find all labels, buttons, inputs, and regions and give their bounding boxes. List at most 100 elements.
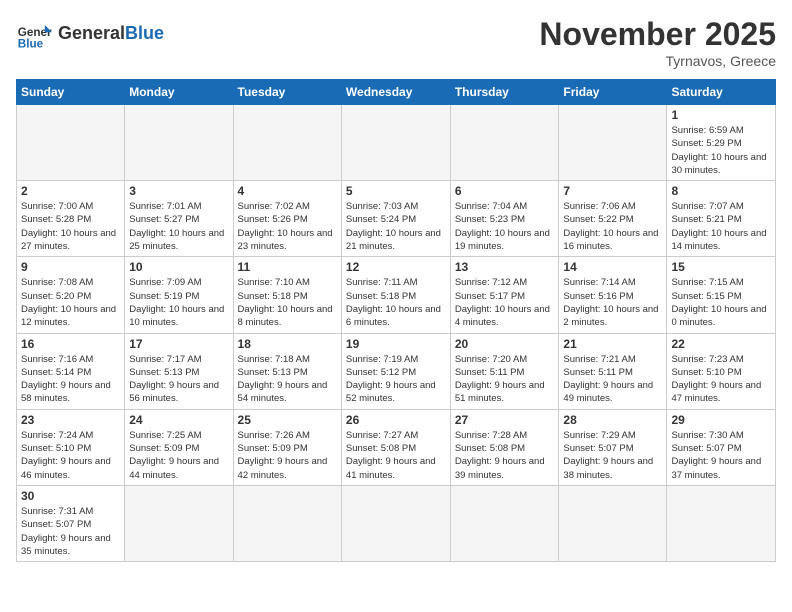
day-number: 24 (129, 413, 228, 427)
day-cell-23: 23Sunrise: 7:24 AMSunset: 5:10 PMDayligh… (17, 409, 125, 485)
day-info: Sunrise: 7:24 AMSunset: 5:10 PMDaylight:… (21, 429, 120, 482)
header-saturday: Saturday (667, 80, 776, 105)
day-cell-3: 3 Sunrise: 7:01 AMSunset: 5:27 PMDaylight… (125, 181, 233, 257)
day-info: Sunrise: 7:18 AMSunset: 5:13 PMDaylight:… (238, 353, 337, 406)
day-number: 10 (129, 260, 228, 274)
calendar-table: Sunday Monday Tuesday Wednesday Thursday… (16, 79, 776, 562)
day-cell-12: 12 Sunrise: 7:11 AMSunset: 5:18 PMDayligh… (341, 257, 450, 333)
day-info: Sunrise: 7:31 AMSunset: 5:07 PMDaylight:… (21, 505, 120, 558)
day-cell-29: 29 Sunrise: 7:30 AMSunset: 5:07 PMDayligh… (667, 409, 776, 485)
day-cell-11: 11 Sunrise: 7:10 AMSunset: 5:18 PMDayligh… (233, 257, 341, 333)
day-cell-9: 9Sunrise: 7:08 AMSunset: 5:20 PMDaylight… (17, 257, 125, 333)
day-cell-15: 15 Sunrise: 7:15 AMSunset: 5:15 PMDayligh… (667, 257, 776, 333)
header-friday: Friday (559, 80, 667, 105)
day-info: Sunrise: 7:28 AMSunset: 5:08 PMDaylight:… (455, 429, 555, 482)
day-cell-13: 13Sunrise: 7:12 AMSunset: 5:17 PMDayligh… (450, 257, 559, 333)
day-info: Sunrise: 7:30 AMSunset: 5:07 PMDaylight:… (671, 429, 771, 482)
calendar-row-2: 2 Sunrise: 7:00 AMSunset: 5:28 PMDaylight… (17, 181, 776, 257)
day-cell-27: 27 Sunrise: 7:28 AMSunset: 5:08 PMDayligh… (450, 409, 559, 485)
calendar-row-5: 23Sunrise: 7:24 AMSunset: 5:10 PMDayligh… (17, 409, 776, 485)
day-number: 4 (238, 184, 337, 198)
day-cell-21: 21Sunrise: 7:21 AMSunset: 5:11 PMDayligh… (559, 333, 667, 409)
empty-cell (450, 105, 559, 181)
day-info: Sunrise: 7:10 AMSunset: 5:18 PMDaylight:… (238, 276, 337, 329)
empty-cell (125, 485, 233, 561)
svg-text:Blue: Blue (18, 38, 44, 51)
day-info: Sunrise: 7:25 AMSunset: 5:09 PMDaylight:… (129, 429, 228, 482)
day-info: Sunrise: 7:11 AMSunset: 5:18 PMDaylight:… (346, 276, 446, 329)
day-number: 22 (671, 337, 771, 351)
day-info: Sunrise: 7:07 AMSunset: 5:21 PMDaylight:… (671, 200, 771, 253)
day-number: 9 (21, 260, 120, 274)
day-info: Sunrise: 7:21 AMSunset: 5:11 PMDaylight:… (563, 353, 662, 406)
day-number: 27 (455, 413, 555, 427)
day-cell-26: 26Sunrise: 7:27 AMSunset: 5:08 PMDayligh… (341, 409, 450, 485)
day-info: Sunrise: 7:19 AMSunset: 5:12 PMDaylight:… (346, 353, 446, 406)
day-cell-25: 25Sunrise: 7:26 AMSunset: 5:09 PMDayligh… (233, 409, 341, 485)
day-cell-28: 28 Sunrise: 7:29 AMSunset: 5:07 PMDayligh… (559, 409, 667, 485)
header-thursday: Thursday (450, 80, 559, 105)
day-info: Sunrise: 7:17 AMSunset: 5:13 PMDaylight:… (129, 353, 228, 406)
day-number: 1 (671, 108, 771, 122)
empty-cell (233, 105, 341, 181)
day-cell-6: 6 Sunrise: 7:04 AMSunset: 5:23 PMDaylight… (450, 181, 559, 257)
day-info: Sunrise: 7:14 AMSunset: 5:16 PMDaylight:… (563, 276, 662, 329)
page-header: General Blue GeneralBlue November 2025 T… (16, 16, 776, 69)
day-number: 30 (21, 489, 120, 503)
day-cell-14: 14 Sunrise: 7:14 AMSunset: 5:16 PMDayligh… (559, 257, 667, 333)
day-info: Sunrise: 7:06 AMSunset: 5:22 PMDaylight:… (563, 200, 662, 253)
day-cell-2: 2 Sunrise: 7:00 AMSunset: 5:28 PMDaylight… (17, 181, 125, 257)
calendar-row-1: 1 Sunrise: 6:59 AMSunset: 5:29 PMDaylight… (17, 105, 776, 181)
day-number: 14 (563, 260, 662, 274)
day-cell-8: 8 Sunrise: 7:07 AMSunset: 5:21 PMDaylight… (667, 181, 776, 257)
logo-text: GeneralBlue (58, 24, 164, 44)
day-info: Sunrise: 7:15 AMSunset: 5:15 PMDaylight:… (671, 276, 771, 329)
day-number: 11 (238, 260, 337, 274)
logo: General Blue GeneralBlue (16, 16, 164, 52)
title-block: November 2025 Tyrnavos, Greece (539, 16, 776, 69)
day-cell-16: 16 Sunrise: 7:16 AMSunset: 5:14 PMDayligh… (17, 333, 125, 409)
day-info: Sunrise: 7:27 AMSunset: 5:08 PMDaylight:… (346, 429, 446, 482)
day-number: 18 (238, 337, 337, 351)
day-number: 2 (21, 184, 120, 198)
day-info: Sunrise: 7:16 AMSunset: 5:14 PMDaylight:… (21, 353, 120, 406)
day-number: 29 (671, 413, 771, 427)
day-info: Sunrise: 7:02 AMSunset: 5:26 PMDaylight:… (238, 200, 337, 253)
day-cell-17: 17Sunrise: 7:17 AMSunset: 5:13 PMDayligh… (125, 333, 233, 409)
day-number: 8 (671, 184, 771, 198)
empty-cell (450, 485, 559, 561)
day-cell-24: 24 Sunrise: 7:25 AMSunset: 5:09 PMDayligh… (125, 409, 233, 485)
day-info: Sunrise: 7:09 AMSunset: 5:19 PMDaylight:… (129, 276, 228, 329)
day-cell-22: 22 Sunrise: 7:23 AMSunset: 5:10 PMDayligh… (667, 333, 776, 409)
header-monday: Monday (125, 80, 233, 105)
day-cell-18: 18 Sunrise: 7:18 AMSunset: 5:13 PMDayligh… (233, 333, 341, 409)
empty-cell (125, 105, 233, 181)
day-number: 5 (346, 184, 446, 198)
day-number: 28 (563, 413, 662, 427)
day-number: 19 (346, 337, 446, 351)
day-info: Sunrise: 7:23 AMSunset: 5:10 PMDaylight:… (671, 353, 771, 406)
day-info: Sunrise: 7:29 AMSunset: 5:07 PMDaylight:… (563, 429, 662, 482)
day-number: 16 (21, 337, 120, 351)
empty-cell (559, 105, 667, 181)
day-info: Sunrise: 7:04 AMSunset: 5:23 PMDaylight:… (455, 200, 555, 253)
day-info: Sunrise: 7:20 AMSunset: 5:11 PMDaylight:… (455, 353, 555, 406)
day-info: Sunrise: 7:01 AMSunset: 5:27 PMDaylight:… (129, 200, 228, 253)
day-number: 15 (671, 260, 771, 274)
day-info: Sunrise: 7:00 AMSunset: 5:28 PMDaylight:… (21, 200, 120, 253)
empty-cell (341, 485, 450, 561)
day-number: 12 (346, 260, 446, 274)
day-cell-10: 10 Sunrise: 7:09 AMSunset: 5:19 PMDayligh… (125, 257, 233, 333)
calendar-row-3: 9Sunrise: 7:08 AMSunset: 5:20 PMDaylight… (17, 257, 776, 333)
day-number: 3 (129, 184, 228, 198)
day-number: 13 (455, 260, 555, 274)
day-info: Sunrise: 6:59 AMSunset: 5:29 PMDaylight:… (671, 124, 771, 177)
day-cell-30: 30 Sunrise: 7:31 AMSunset: 5:07 PMDayligh… (17, 485, 125, 561)
month-title: November 2025 (539, 16, 776, 53)
day-number: 6 (455, 184, 555, 198)
day-cell-7: 7Sunrise: 7:06 AMSunset: 5:22 PMDaylight… (559, 181, 667, 257)
empty-cell (667, 485, 776, 561)
weekday-header-row: Sunday Monday Tuesday Wednesday Thursday… (17, 80, 776, 105)
location-subtitle: Tyrnavos, Greece (539, 53, 776, 69)
header-wednesday: Wednesday (341, 80, 450, 105)
